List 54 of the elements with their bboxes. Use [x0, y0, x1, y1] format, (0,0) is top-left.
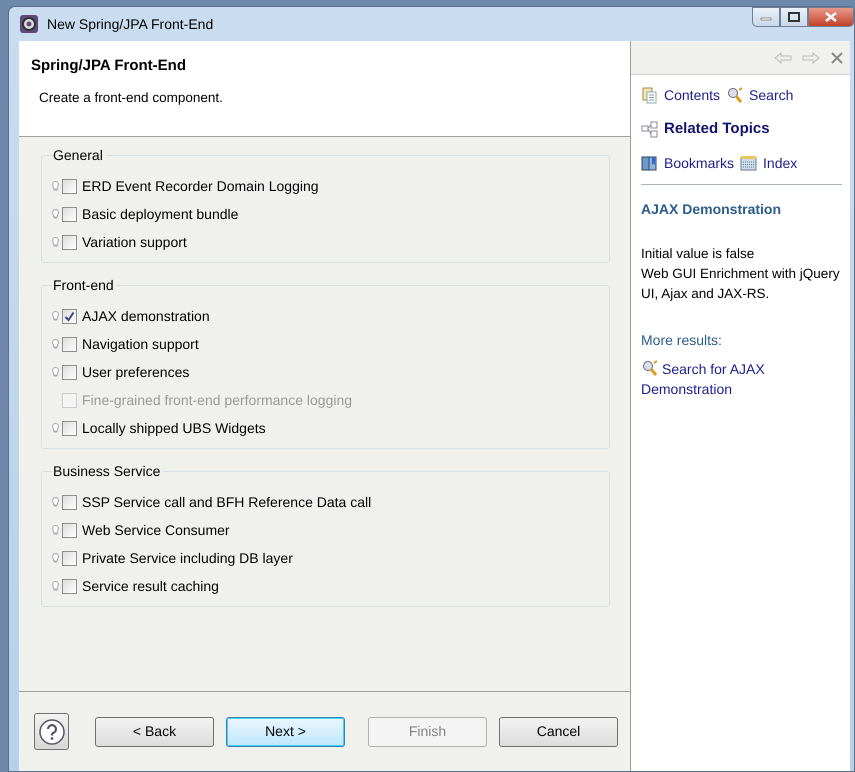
document-icon: [641, 87, 658, 104]
app-icon: [19, 14, 39, 34]
checkbox-label: User preferences: [82, 362, 190, 382]
checkbox-label: Basic deployment bundle: [82, 204, 238, 224]
minimize-button[interactable]: [752, 7, 780, 27]
checkbox[interactable]: [62, 522, 77, 538]
help-button[interactable]: [34, 713, 69, 750]
checkbox[interactable]: [62, 336, 77, 352]
checkbox-label: Navigation support: [82, 334, 199, 354]
dialog-button[interactable]: Cancel: [499, 716, 618, 746]
close-button[interactable]: [808, 7, 854, 27]
dialog-button[interactable]: Next >: [226, 716, 345, 746]
search-icon: [726, 87, 744, 104]
maximize-icon: [788, 12, 800, 22]
help-tab[interactable]: Search: [726, 85, 794, 106]
checkbox[interactable]: [62, 364, 77, 380]
dialog-button[interactable]: < Back: [95, 716, 214, 746]
help-tab[interactable]: Index: [740, 152, 798, 174]
close-icon[interactable]: [830, 50, 844, 64]
topic-title: AJAX Demonstration: [641, 200, 782, 218]
checkbox-label: Variation support: [82, 232, 187, 252]
checkbox-label: AJAX demonstration: [82, 306, 210, 326]
checkbox-label: Fine-grained front-end performance logging: [82, 390, 352, 410]
more-results-label: More results:: [641, 330, 723, 350]
back-arrow-icon[interactable]: [774, 52, 792, 64]
forward-arrow-icon[interactable]: [802, 52, 820, 64]
help-tab[interactable]: Contents: [641, 85, 720, 106]
search-icon: [641, 360, 658, 376]
checkbox-label: Service result caching: [82, 576, 219, 596]
page-description: Create a front-end component.: [39, 88, 224, 107]
window-title: New Spring/JPA Front-End: [47, 14, 214, 34]
checkbox[interactable]: [62, 308, 77, 324]
index-icon: [740, 154, 758, 172]
checkbox-label: Web Service Consumer: [82, 520, 230, 540]
checkbox-label: SSP Service call and BFH Reference Data call: [82, 492, 372, 512]
close-icon: [825, 12, 837, 22]
checkbox[interactable]: [62, 178, 77, 194]
page-title: Spring/JPA Front-End: [31, 56, 187, 76]
checkbox-label: Locally shipped UBS Widgets: [82, 418, 266, 438]
help-text: Initial value is false Web GUI Enrichment with jQuery UI, Ajax and JAX-RS.: [641, 244, 841, 303]
topics-icon: [641, 120, 658, 138]
book-icon: [641, 154, 658, 172]
maximize-button[interactable]: [780, 7, 808, 27]
checkbox[interactable]: [62, 206, 77, 222]
checkbox[interactable]: [62, 420, 77, 436]
search-link[interactable]: Search for AJAX Demonstration: [641, 358, 842, 398]
help-tab[interactable]: Bookmarks: [641, 152, 734, 174]
checkbox-label: Private Service including DB layer: [82, 548, 293, 568]
checkbox[interactable]: [62, 550, 77, 566]
checkbox[interactable]: [62, 234, 77, 250]
checkbox[interactable]: [62, 494, 77, 510]
checkbox[interactable]: [62, 578, 77, 594]
checkbox-label: ERD Event Recorder Domain Logging: [82, 176, 319, 196]
help-tab[interactable]: Related Topics: [641, 118, 770, 140]
